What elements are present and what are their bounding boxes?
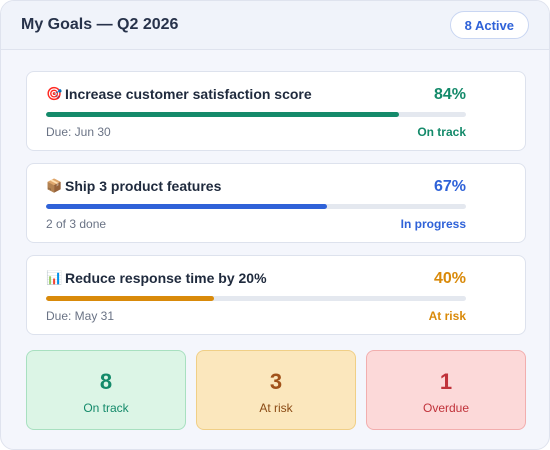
stat-label: At risk (259, 401, 293, 415)
goal-percent: 84% (433, 86, 466, 103)
card-header: My Goals — Q2 2026 8 Active (1, 1, 549, 50)
goal-card[interactable]: 🎯 Increase customer satisfaction score 8… (26, 71, 526, 151)
goal-progress-fill (46, 204, 328, 209)
goal-progress-track (46, 296, 466, 301)
goals-card: My Goals — Q2 2026 8 Active 🎯 Increase c… (0, 0, 550, 450)
active-count-badge[interactable]: 8 Active (449, 11, 529, 39)
goal-card[interactable]: 📊 Reduce response time by 20% 40% Due: M… (26, 255, 526, 335)
goal-status: At risk (428, 309, 466, 323)
stat-value: 1 (439, 369, 453, 394)
goal-status: On track (417, 125, 466, 139)
goal-title: Ship 3 product features (65, 178, 222, 194)
stat-value: 3 (269, 369, 283, 394)
goal-percent: 40% (433, 270, 466, 287)
goal-title: Increase customer satisfaction score (65, 86, 312, 102)
stat-overdue[interactable]: 1 Overdue (366, 350, 526, 430)
stat-on-track[interactable]: 8 On track (26, 350, 186, 430)
bar-chart-icon: 📊 (46, 270, 63, 285)
goal-percent: 67% (433, 178, 466, 195)
goal-progress-count: 2 of 3 done (46, 217, 107, 231)
package-icon: 📦 (46, 178, 63, 193)
goal-status: In progress (400, 217, 466, 231)
page-title: My Goals — Q2 2026 (21, 16, 179, 33)
stat-at-risk[interactable]: 3 At risk (196, 350, 356, 430)
stat-label: Overdue (422, 401, 470, 415)
goal-progress-fill (46, 296, 214, 301)
goal-title: Reduce response time by 20% (65, 270, 267, 286)
stat-label: On track (83, 401, 129, 415)
goal-progress-track (46, 204, 466, 209)
stat-value: 8 (99, 369, 113, 394)
target-icon: 🎯 (46, 86, 63, 101)
goal-progress-track (46, 112, 466, 117)
goal-progress-fill (46, 112, 399, 117)
goal-due-date: Due: May 31 (46, 309, 115, 323)
goal-card[interactable]: 📦 Ship 3 product features 67% 2 of 3 don… (26, 163, 526, 243)
goal-due-date: Due: Jun 30 (46, 125, 111, 139)
